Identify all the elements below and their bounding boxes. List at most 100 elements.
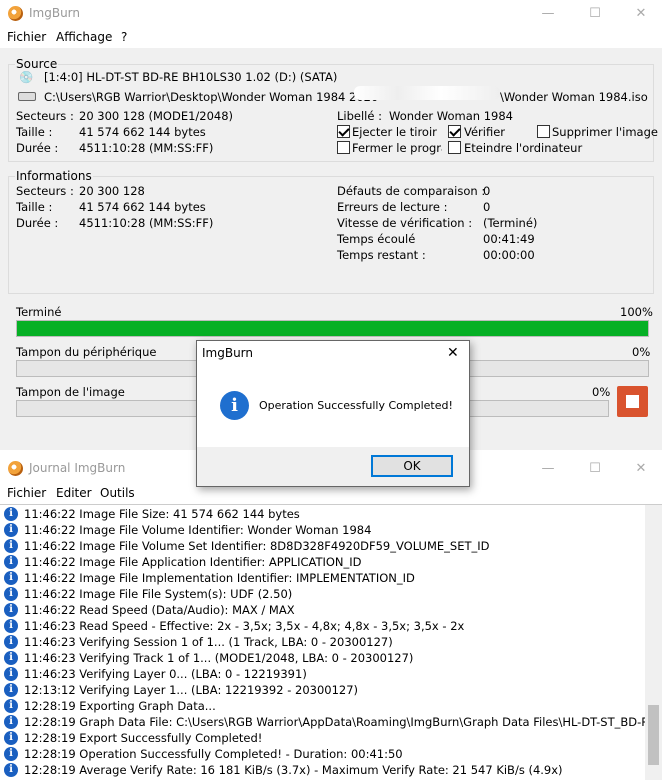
completion-dialog: ImgBurn ✕ i Operation Successfully Compl… [196, 340, 470, 487]
log-menu-outils[interactable]: Outils [100, 486, 135, 500]
log-row-text: 11:46:22 Read Speed (Data/Audio): MAX / … [24, 603, 295, 617]
menu-help[interactable]: ? [121, 30, 127, 44]
verify-speed-label: Vitesse de vérification : [337, 216, 473, 230]
log-row[interactable]: i 11:46:23 Verifying Session 1 of 1... (1… [0, 634, 645, 650]
image-buffer-percent: 0% [592, 385, 611, 399]
close-program-checkbox[interactable] [337, 141, 350, 154]
device-buffer-label: Tampon du périphérique [16, 345, 157, 359]
log-row-text: 11:46:22 Image File Volume Set Identifie… [24, 539, 490, 553]
eject-checkbox[interactable] [337, 125, 350, 138]
log-row-text: 11:46:23 Read Speed - Effective: 2x - 3,… [24, 619, 465, 633]
source-duration-value: 4511:10:28 (MM:SS:FF) [79, 141, 214, 155]
log-row[interactable]: i 11:46:22 Image File Volume Set Identifi… [0, 538, 645, 554]
remaining-label: Temps restant : [337, 248, 426, 262]
info-icon: i [4, 731, 18, 745]
close-program-label: Fermer le progra [352, 141, 442, 155]
log-row[interactable]: i 12:28:19 Average Verify Rate: 16 181 Ki… [0, 762, 645, 778]
drive-icon: 💿 [19, 70, 34, 84]
log-row[interactable]: i 12:28:19 Export Successfully Completed! [0, 730, 645, 746]
maximize-icon[interactable]: ☐ [572, 0, 618, 28]
info-icon: i [4, 507, 18, 521]
read-errors-value: 0 [483, 200, 491, 214]
log-menu-editer[interactable]: Editer [56, 486, 92, 500]
dialog-message: Operation Successfully Completed! [259, 399, 453, 412]
log-row[interactable]: i 12:28:19 Exporting Graph Data... [0, 698, 645, 714]
info-icon: i [4, 555, 18, 569]
compare-value: 0 [483, 184, 491, 198]
log-window: Journal ImgBurn — ☐ ✕ Fichier Editer Out… [0, 455, 662, 780]
log-scrollbar[interactable] [645, 505, 662, 780]
source-path-left: C:\Users\RGB Warrior\Desktop\Wonder Woma… [44, 90, 379, 104]
log-maximize-icon[interactable]: ☐ [572, 455, 618, 483]
remaining-value: 00:00:00 [483, 248, 535, 262]
file-drive-icon [18, 92, 36, 101]
elapsed-label: Temps écoulé [337, 232, 416, 246]
main-title-bar[interactable]: ImgBurn — ☐ ✕ [0, 0, 662, 28]
info-size-value: 41 574 662 144 bytes [79, 200, 206, 214]
log-row[interactable]: i 11:46:23 Verifying Layer 0... (LBA: 0 -… [0, 666, 645, 682]
log-row[interactable]: i 11:46:23 Read Speed - Effective: 2x - 3… [0, 618, 645, 634]
dialog-title-bar[interactable]: ImgBurn ✕ [197, 341, 469, 367]
source-sectors-value: 20 300 128 (MODE1/2048) [79, 109, 234, 123]
log-row[interactable]: i 11:46:22 Image File Implementation Iden… [0, 570, 645, 586]
informations-group-label: Informations [15, 169, 93, 183]
log-menu-fichier[interactable]: Fichier [7, 486, 46, 500]
done-percent: 100% [620, 305, 653, 319]
info-icon: i [4, 539, 18, 553]
log-close-icon[interactable]: ✕ [618, 455, 662, 483]
info-icon: i [4, 635, 18, 649]
main-window-title: ImgBurn [29, 6, 81, 20]
log-row-text: 11:46:23 Verifying Session 1 of 1... (1 … [24, 635, 393, 649]
info-icon: i [4, 667, 18, 681]
shutdown-checkbox[interactable] [448, 141, 461, 154]
source-duration-label: Durée : [16, 141, 59, 155]
info-icon: i [4, 523, 18, 537]
eject-label: Ejecter le tiroir [352, 125, 437, 139]
dialog-close-icon[interactable]: ✕ [447, 345, 459, 361]
verify-checkbox[interactable] [448, 125, 461, 138]
log-row[interactable]: i 11:46:22 Image File Size: 41 574 662 14… [0, 506, 645, 522]
log-row-text: 12:28:19 Operation Successfully Complete… [24, 747, 403, 761]
image-buffer-label: Tampon de l'image [16, 385, 125, 399]
log-row[interactable]: i 11:46:22 Image File File System(s): UDF… [0, 586, 645, 602]
info-icon: i [4, 699, 18, 713]
log-minimize-icon[interactable]: — [525, 455, 571, 483]
close-icon[interactable]: ✕ [618, 0, 662, 28]
info-duration-value: 4511:10:28 (MM:SS:FF) [79, 216, 214, 230]
stop-button[interactable] [617, 386, 648, 417]
info-icon: i [4, 651, 18, 665]
log-scroll-thumb[interactable] [648, 705, 659, 765]
minimize-icon[interactable]: — [525, 0, 571, 28]
info-icon: i [4, 747, 18, 761]
log-row[interactable]: i 11:46:22 Image File Application Identif… [0, 554, 645, 570]
log-row-text: 12:28:19 Export Successfully Completed! [24, 731, 263, 745]
log-row[interactable]: i 11:46:23 Verifying Track 1 of 1... (MOD… [0, 650, 645, 666]
dialog-title: ImgBurn [202, 346, 254, 360]
menu-affichage[interactable]: Affichage [56, 30, 112, 44]
log-row-text: 12:28:19 Exporting Graph Data... [24, 699, 216, 713]
log-row-text: 11:46:22 Image File File System(s): UDF … [24, 587, 293, 601]
info-icon: i [4, 763, 18, 777]
log-row[interactable]: i 11:46:22 Image File Volume Identifier: … [0, 522, 645, 538]
dialog-body: i Operation Successfully Completed! [197, 367, 469, 447]
info-duration-label: Durée : [16, 216, 59, 230]
menu-fichier[interactable]: Fichier [7, 30, 46, 44]
compare-label: Défauts de comparaison : [337, 184, 486, 198]
log-row[interactable]: i 12:13:12 Verifying Layer 1... (LBA: 122… [0, 682, 645, 698]
info-icon: i [4, 619, 18, 633]
log-row-text: 12:28:19 Graph Data File: C:\Users\RGB W… [24, 715, 645, 729]
source-device[interactable]: [1:4:0] HL-DT-ST BD-RE BH10LS30 1.02 (D:… [44, 70, 337, 84]
log-row-text: 11:46:22 Image File Application Identifi… [24, 555, 362, 569]
ok-button[interactable]: OK [371, 455, 453, 477]
info-icon: i [4, 715, 18, 729]
log-row[interactable]: i 11:46:22 Read Speed (Data/Audio): MAX /… [0, 602, 645, 618]
log-list[interactable]: i 11:46:22 Image File Size: 41 574 662 14… [0, 504, 662, 780]
delete-image-checkbox[interactable] [537, 125, 550, 138]
libelle-value: Wonder Woman 1984 [389, 109, 513, 123]
source-sectors-label: Secteurs : [16, 109, 74, 123]
log-window-title: Journal ImgBurn [29, 461, 126, 475]
log-row-text: 11:46:22 Image File Volume Identifier: W… [24, 523, 372, 537]
log-row[interactable]: i 12:28:19 Operation Successfully Complet… [0, 746, 645, 762]
log-row[interactable]: i 12:28:19 Graph Data File: C:\Users\RGB … [0, 714, 645, 730]
info-sectors-value: 20 300 128 [79, 184, 145, 198]
